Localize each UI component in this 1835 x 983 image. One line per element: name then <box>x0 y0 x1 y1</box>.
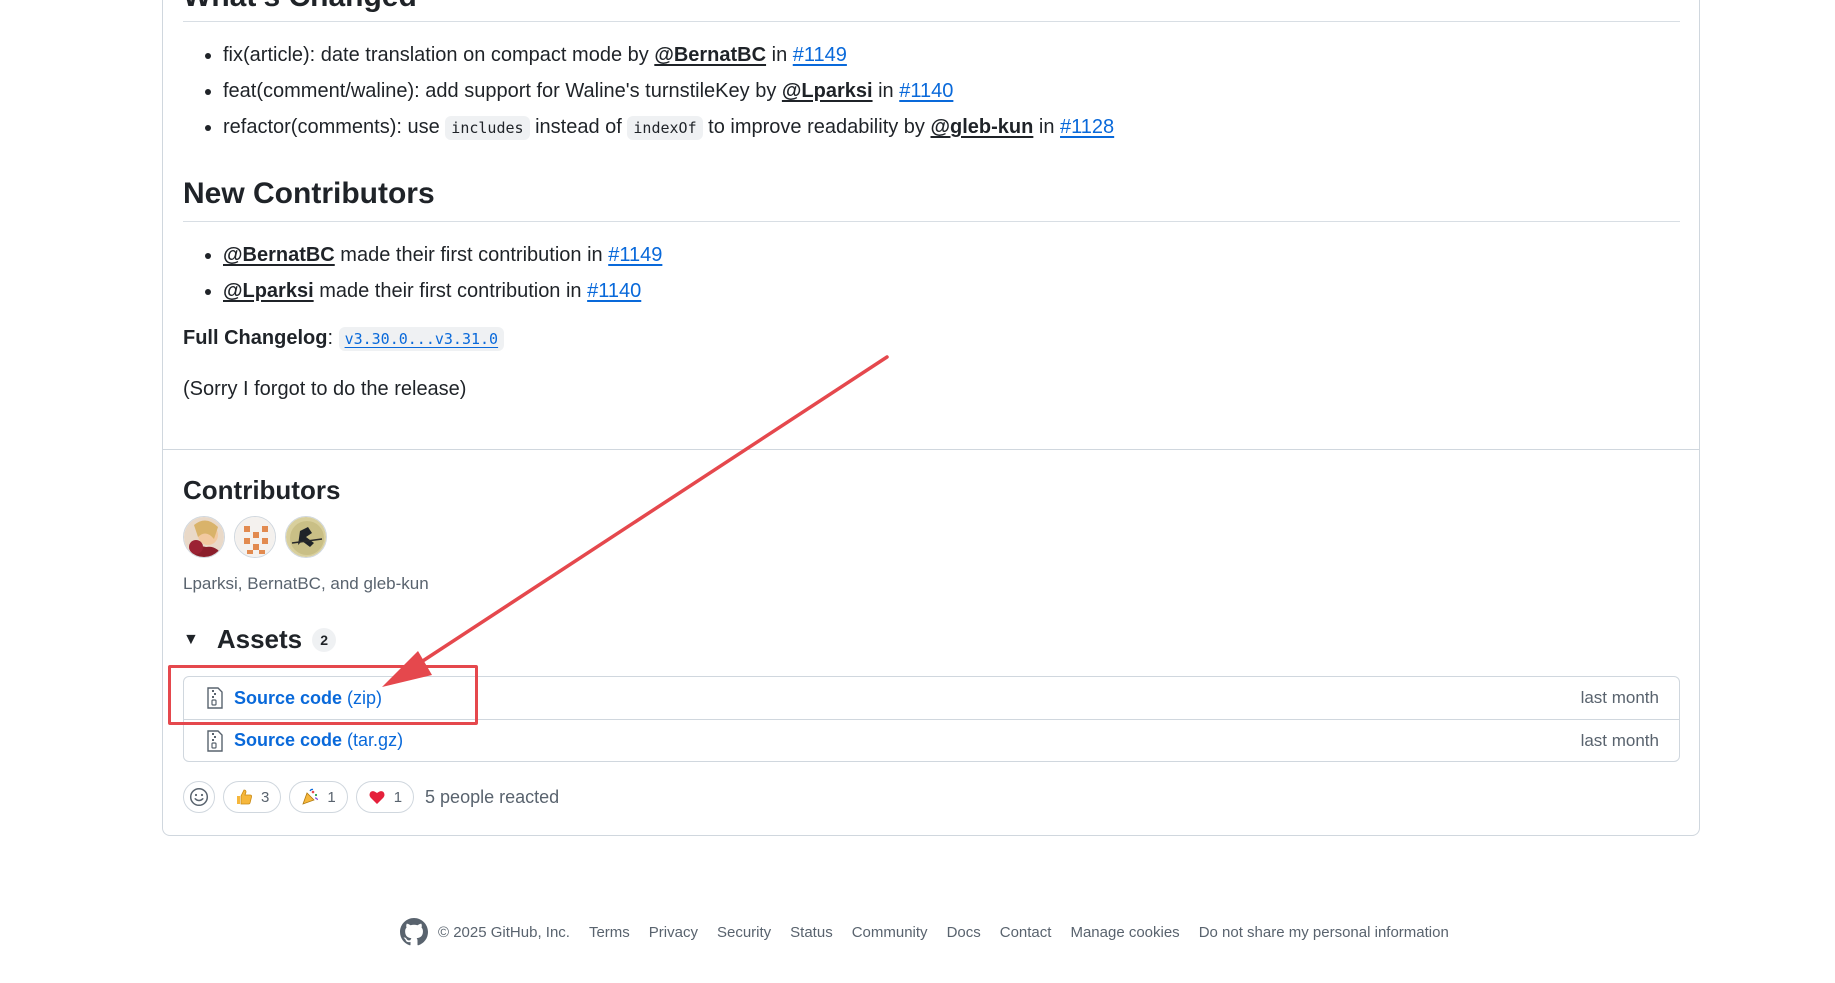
avatar-gleb-kun[interactable] <box>285 516 327 558</box>
avatar-lparksi[interactable] <box>183 516 225 558</box>
assets-toggle[interactable]: ▼ Assets 2 <box>183 624 337 655</box>
user-link-lparksi[interactable]: @Lparksi <box>782 80 873 102</box>
user-link-lparksi[interactable]: @Lparksi <box>223 280 314 302</box>
reaction-count: 3 <box>261 788 270 806</box>
user-link-bernatbc[interactable]: @BernatBC <box>223 244 335 266</box>
release-body: What's Changed fix(article): date transl… <box>162 0 1700 836</box>
list-item: refactor(comments): use includes instead… <box>223 109 1114 146</box>
footer-link-status[interactable]: Status <box>790 924 833 941</box>
site-footer: © 2025 GitHub, Inc. Terms Privacy Securi… <box>400 918 1468 946</box>
list-item: @Lparksi made their first contribution i… <box>223 273 662 309</box>
changelog-label: Full Changelog <box>183 327 328 349</box>
new-contributors-heading: New Contributors <box>183 177 435 210</box>
pr-link-1128[interactable]: #1128 <box>1060 116 1114 138</box>
footer-link-contact[interactable]: Contact <box>1000 924 1052 941</box>
new-contributors-list: @BernatBC made their first contribution … <box>183 237 662 309</box>
footer-link-security[interactable]: Security <box>717 924 771 941</box>
footer-link-manage-cookies[interactable]: Manage cookies <box>1070 924 1179 941</box>
contributor-names: Lparksi, BernatBC, and gleb-kun <box>183 574 429 593</box>
reaction-summary: 5 people reacted <box>425 786 560 807</box>
footer-link-do-not-share[interactable]: Do not share my personal information <box>1199 924 1449 941</box>
heading-divider <box>183 21 1680 22</box>
whats-changed-heading: What's Changed <box>183 0 417 12</box>
list-item: @BernatBC made their first contribution … <box>223 237 662 273</box>
full-changelog: Full Changelog: v3.30.0...v3.31.0 <box>183 327 505 351</box>
footer-link-terms[interactable]: Terms <box>589 924 630 941</box>
heart-icon <box>369 791 385 804</box>
smiley-icon <box>189 787 209 807</box>
file-zip-icon <box>207 729 223 752</box>
footer-link-community[interactable]: Community <box>852 924 928 941</box>
list-item: fix(article): date translation on compac… <box>223 37 1114 73</box>
reaction-heart[interactable]: 1 <box>355 781 415 813</box>
avatar-bernatbc[interactable] <box>234 516 276 558</box>
reaction-count: 1 <box>393 788 403 806</box>
triangle-down-icon: ▼ <box>183 630 199 648</box>
reaction-count: 1 <box>327 788 336 806</box>
asset-date: last month <box>1580 730 1659 750</box>
source-code-zip-link[interactable]: Source code (zip) <box>234 688 382 709</box>
contributors-heading: Contributors <box>183 475 341 505</box>
pr-link-1140[interactable]: #1140 <box>587 280 641 302</box>
assets-title: Assets <box>216 624 303 654</box>
github-logo-icon[interactable] <box>400 918 428 946</box>
contributor-avatars <box>183 516 327 558</box>
pr-link-1149[interactable]: #1149 <box>793 44 847 66</box>
pr-link-1140[interactable]: #1140 <box>899 80 953 102</box>
section-divider <box>163 449 1699 450</box>
source-code-targz-link[interactable]: Source code (tar.gz) <box>234 730 403 751</box>
pr-link-1149[interactable]: #1149 <box>608 244 662 266</box>
assets-count-badge: 2 <box>312 627 337 652</box>
asset-row-zip: Source code (zip) last month <box>184 677 1679 719</box>
heading-divider <box>183 221 1680 222</box>
assets-list: Source code (zip) last month Source code(… <box>183 676 1680 762</box>
reaction-thumbs-up[interactable]: 3 <box>223 781 282 813</box>
changelog-compare-link[interactable]: v3.30.0...v3.31.0 <box>345 330 499 348</box>
add-reaction-button[interactable] <box>183 781 215 813</box>
whats-changed-list: fix(article): date translation on compac… <box>183 37 1114 146</box>
list-item: feat(comment/waline): add support for Wa… <box>223 73 1114 109</box>
reactions-bar: 3 1 1 5 people reacted <box>183 781 559 813</box>
file-zip-icon <box>207 687 223 709</box>
code-includes: includes <box>445 116 530 140</box>
user-link-gleb-kun[interactable]: @gleb-kun <box>931 116 1034 138</box>
reaction-tada[interactable]: 1 <box>289 781 348 813</box>
asset-date: last month <box>1580 688 1659 707</box>
footer-link-docs[interactable]: Docs <box>947 924 981 941</box>
party-popper-icon <box>302 788 319 805</box>
asset-row-targz: Source code (tar.gz) last month <box>184 719 1679 761</box>
release-note: (Sorry I forgot to do the release) <box>183 378 467 400</box>
code-indexof: indexOf <box>627 116 703 140</box>
user-link-bernatbc[interactable]: @BernatBC <box>654 44 766 66</box>
footer-copyright: © 2025 GitHub, Inc. <box>438 923 570 941</box>
footer-link-privacy[interactable]: Privacy <box>649 924 698 941</box>
thumbs-up-icon <box>237 789 252 805</box>
